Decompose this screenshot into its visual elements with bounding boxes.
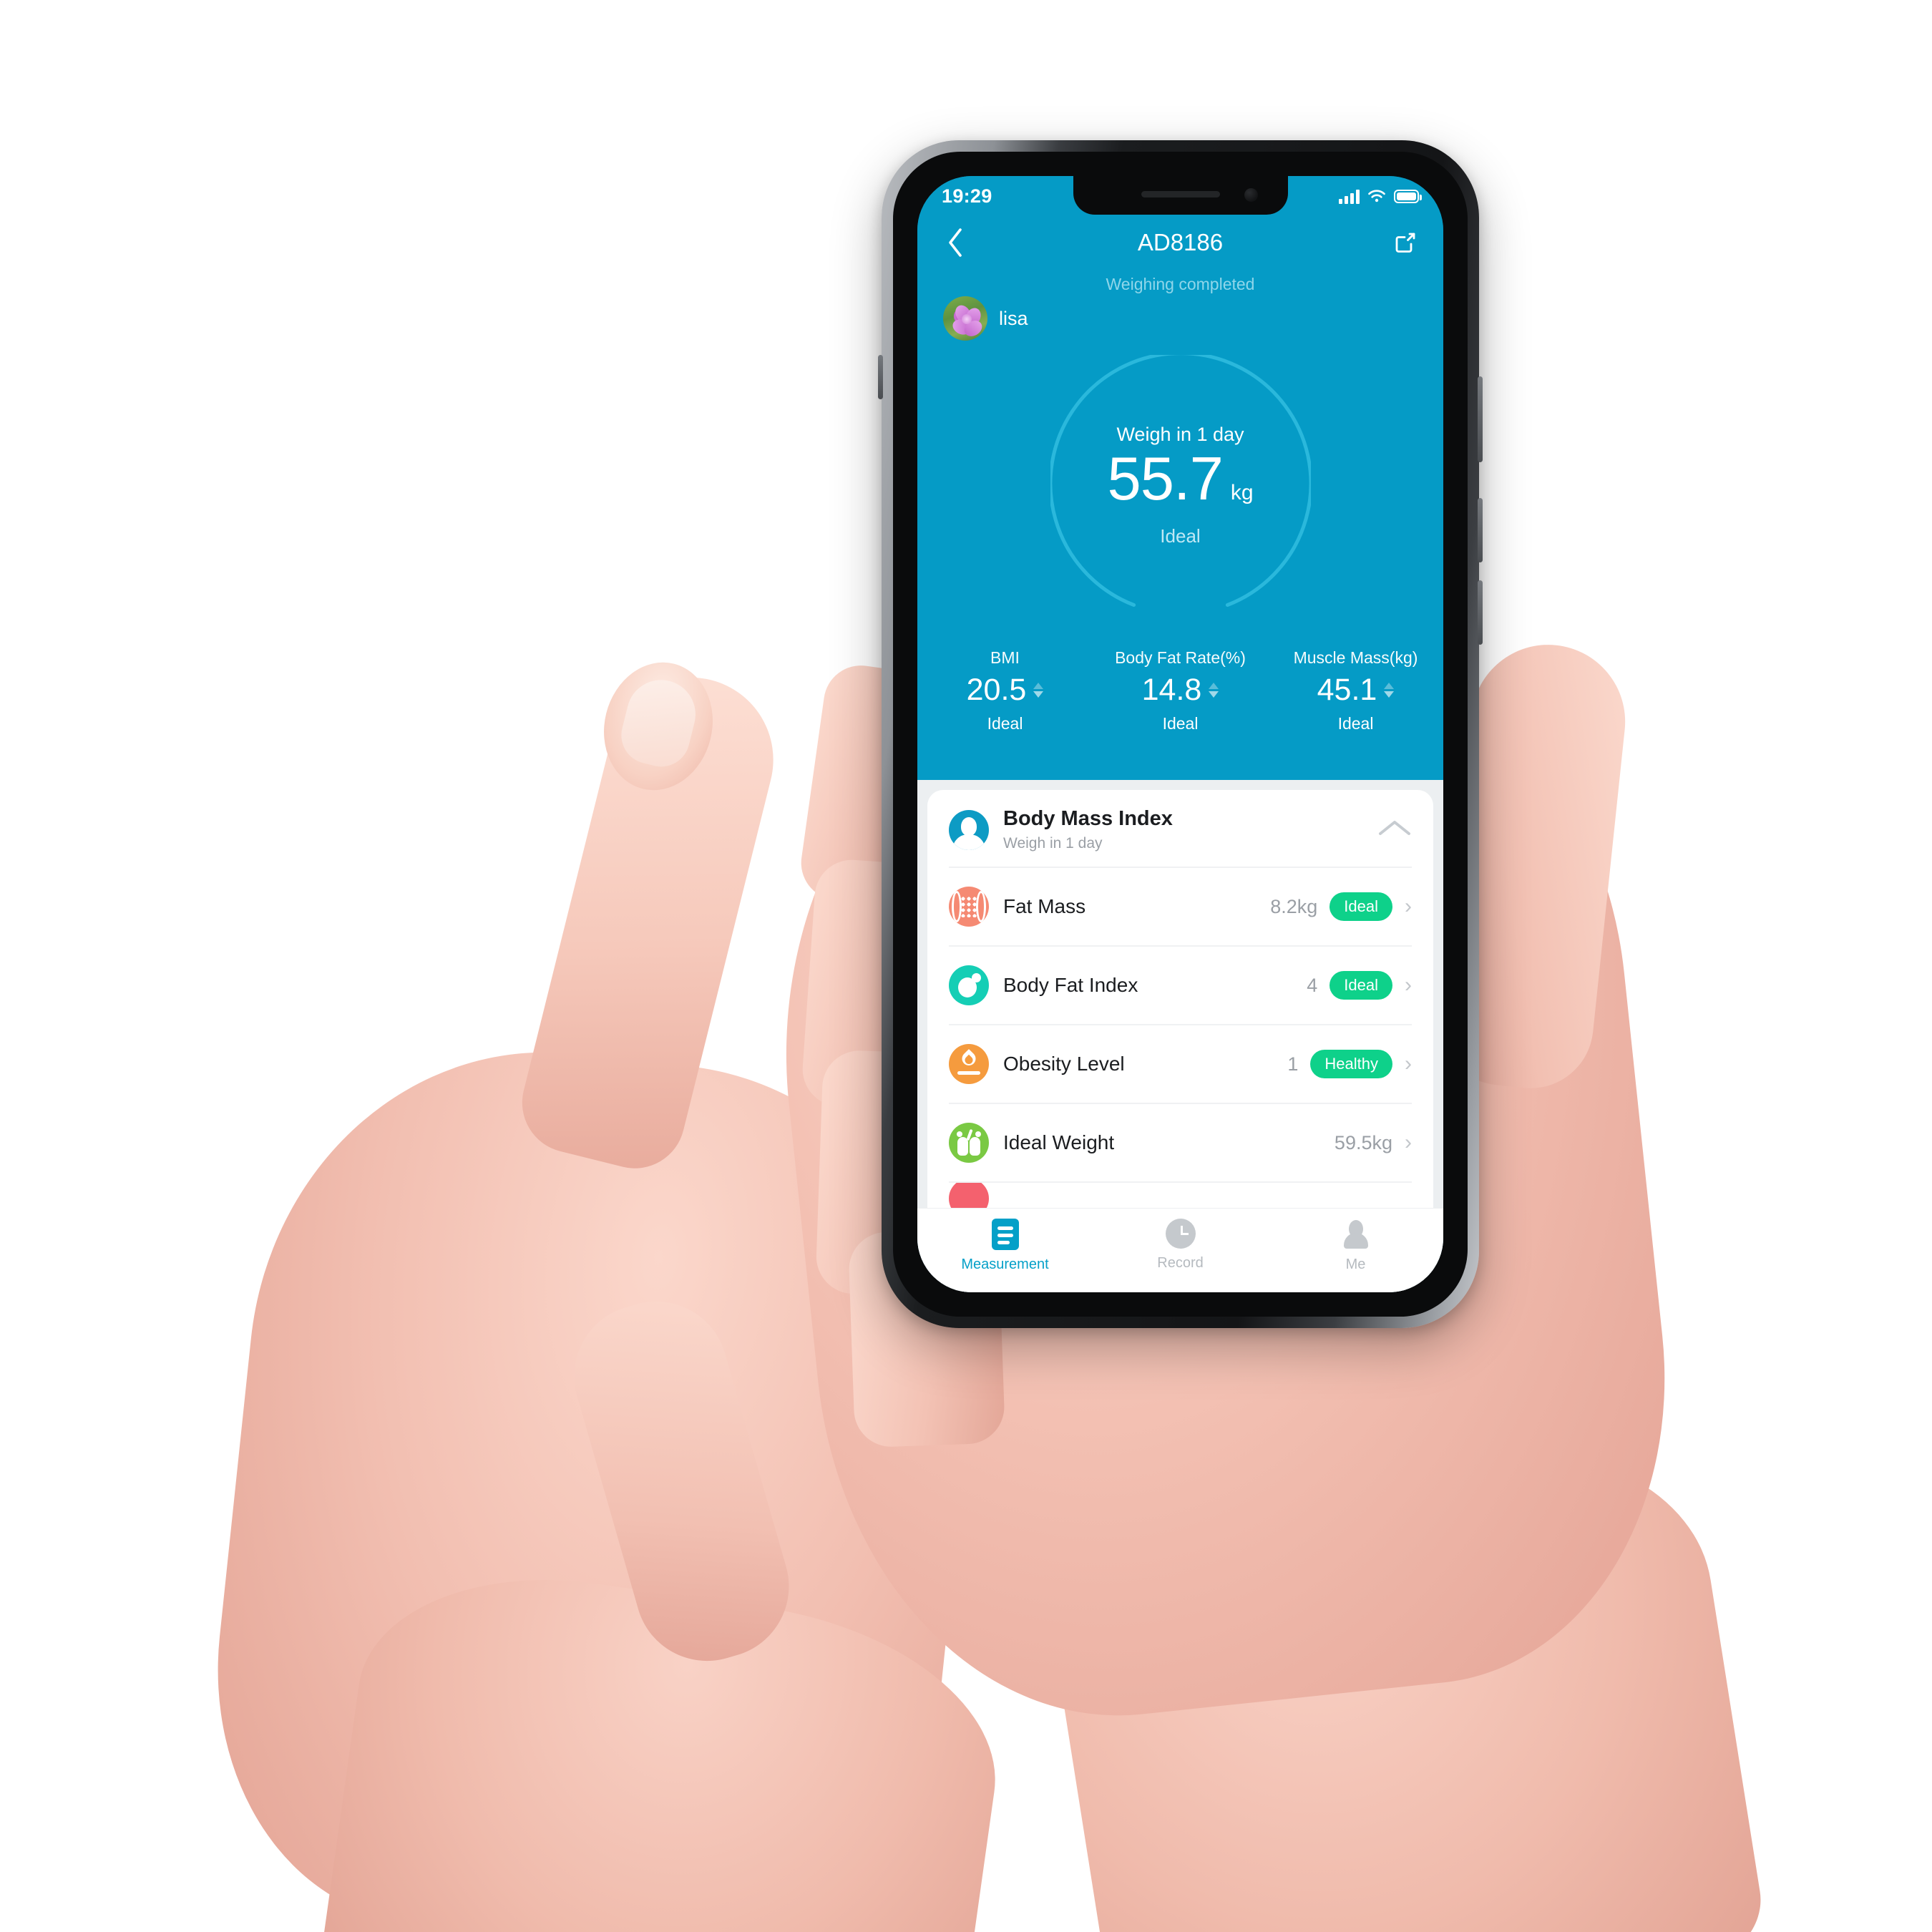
share-icon[interactable] (1389, 226, 1422, 259)
row-right: 8.2kg Ideal › (1270, 892, 1412, 921)
sort-arrows-icon (1033, 683, 1044, 698)
body-person-icon (949, 809, 989, 850)
header-panel: 19:29 AD8186 Weighing completed lisa Wei… (917, 176, 1443, 780)
front-camera (1244, 188, 1258, 202)
status-badge: Ideal (1330, 971, 1392, 1000)
tab-label: Me (1345, 1257, 1366, 1272)
table-row[interactable]: Obesity Level 1 Healthy › (949, 1024, 1412, 1103)
chevron-up-icon[interactable] (1377, 818, 1412, 841)
clock-icon (1165, 1219, 1196, 1249)
card-title: Body Mass Index (1003, 807, 1173, 830)
row-value: 59.5kg (1334, 1131, 1392, 1153)
gauge-value-row: 55.7 kg (1107, 449, 1253, 509)
flame-scale-icon (949, 1044, 989, 1084)
row-value: 4 (1307, 974, 1318, 996)
row-right: 1 Healthy › (1287, 1050, 1412, 1078)
fat-droplet-icon (949, 965, 989, 1005)
gauge-readout: Weigh in 1 day 55.7 kg Ideal (1050, 355, 1311, 615)
fat-cell-icon (949, 887, 989, 927)
chevron-right-icon[interactable]: › (1405, 1132, 1412, 1153)
row-label: Ideal Weight (1003, 1131, 1115, 1153)
left-hand-index-finger (511, 660, 791, 1179)
tab-label: Record (1157, 1255, 1204, 1271)
metric-status: Ideal (1337, 714, 1374, 733)
metric-label: BMI (990, 648, 1020, 667)
person-icon (1343, 1219, 1369, 1250)
table-row[interactable]: Ideal Weight 59.5kg › (949, 1103, 1412, 1181)
battery-icon (1394, 189, 1422, 203)
metric-status: Ideal (987, 714, 1023, 733)
chevron-right-icon[interactable]: › (1405, 975, 1412, 996)
right-hand-wrist (1035, 1418, 1770, 1932)
bottom-tab-bar: Measurement Record Me (917, 1208, 1443, 1292)
metric-value: 20.5 (966, 673, 1027, 707)
weight-unit: kg (1230, 480, 1254, 504)
gauge-label: Weigh in 1 day (1116, 423, 1244, 445)
sort-arrows-icon (1384, 683, 1395, 698)
metric-status: Ideal (1162, 714, 1199, 733)
card-header-text: Body Mass Index Weigh in 1 day (1003, 807, 1173, 852)
tab-label: Measurement (961, 1257, 1049, 1272)
volume-down-button[interactable] (1478, 580, 1483, 645)
row-value: 8.2kg (1270, 895, 1318, 917)
metric-value: 45.1 (1317, 673, 1377, 707)
chevron-right-icon[interactable]: › (1405, 1053, 1412, 1075)
metric-value-row: 45.1 (1268, 675, 1443, 706)
user-profile-row[interactable]: lisa (943, 296, 1028, 341)
status-badge: Ideal (1330, 892, 1392, 921)
signal-bars-icon (1339, 189, 1360, 204)
left-hand-wrist (316, 1553, 1015, 1932)
status-bar-indicators (1339, 189, 1422, 204)
weight-value: 55.7 (1107, 444, 1223, 513)
list-document-icon (991, 1219, 1019, 1250)
metric-value-row: 14.8 (1093, 675, 1268, 706)
row-label: Body Fat Index (1003, 974, 1138, 996)
phone-screen: 19:29 AD8186 Weighing completed lisa Wei… (917, 176, 1443, 1292)
metric-bmi[interactable]: BMI 20.5 Ideal (917, 648, 1093, 733)
weight-gauge: Weigh in 1 day 55.7 kg Ideal (1050, 355, 1311, 615)
metric-value-row: 20.5 (917, 675, 1093, 706)
status-bar-clock: 19:29 (942, 185, 992, 207)
card-header[interactable]: Body Mass Index Weigh in 1 day (927, 790, 1433, 867)
weight-status: Ideal (1160, 525, 1201, 547)
row-value: 1 (1287, 1053, 1299, 1075)
earpiece-speaker (1141, 191, 1220, 197)
table-row[interactable]: Body Fat Index 4 Ideal › (949, 945, 1412, 1024)
tab-record[interactable]: Record (1093, 1219, 1268, 1272)
left-hand-thumb (557, 1284, 806, 1678)
card-subtitle: Weigh in 1 day (1003, 835, 1103, 852)
left-index-fingertip (590, 650, 726, 802)
sort-arrows-icon (1209, 683, 1219, 698)
chevron-right-icon[interactable]: › (1405, 896, 1412, 917)
back-chevron-icon[interactable] (939, 226, 972, 259)
metric-label: Body Fat Rate(%) (1115, 648, 1246, 667)
display-notch (1073, 176, 1288, 215)
metric-value: 14.8 (1141, 673, 1202, 707)
tab-measurement[interactable]: Measurement (917, 1219, 1093, 1273)
row-label: Fat Mass (1003, 895, 1086, 917)
footprints-icon (949, 1123, 989, 1163)
row-right: 4 Ideal › (1307, 971, 1412, 1000)
table-row[interactable]: Fat Mass 8.2kg Ideal › (949, 867, 1412, 945)
row-label: Obesity Level (1003, 1053, 1125, 1075)
wifi-icon (1368, 189, 1385, 202)
metrics-strip: BMI 20.5 Ideal Body Fat Rate(%) 14.8 Ide… (917, 648, 1443, 733)
screenshot-canvas: 19:29 AD8186 Weighing completed lisa Wei… (0, 0, 1932, 1932)
username-label: lisa (999, 307, 1028, 329)
status-badge: Healthy (1310, 1050, 1392, 1078)
silent-switch[interactable] (878, 355, 883, 399)
smartphone-device: 19:29 AD8186 Weighing completed lisa Wei… (878, 140, 1483, 1328)
metric-muscle-mass[interactable]: Muscle Mass(kg) 45.1 Ideal (1268, 648, 1443, 733)
volume-up-button[interactable] (1478, 498, 1483, 562)
row-right: 59.5kg › (1335, 1132, 1412, 1154)
page-title: AD8186 (1137, 229, 1224, 255)
phone-bezel: 19:29 AD8186 Weighing completed lisa Wei… (893, 152, 1468, 1317)
tab-me[interactable]: Me (1268, 1219, 1443, 1273)
metric-label: Muscle Mass(kg) (1293, 648, 1418, 667)
left-index-fingernail (615, 673, 703, 773)
user-avatar-flower[interactable] (943, 296, 987, 341)
navigation-bar: AD8186 (917, 216, 1443, 269)
metric-body-fat-rate[interactable]: Body Fat Rate(%) 14.8 Ideal (1093, 648, 1268, 733)
weighing-status-text: Weighing completed (1106, 275, 1255, 293)
